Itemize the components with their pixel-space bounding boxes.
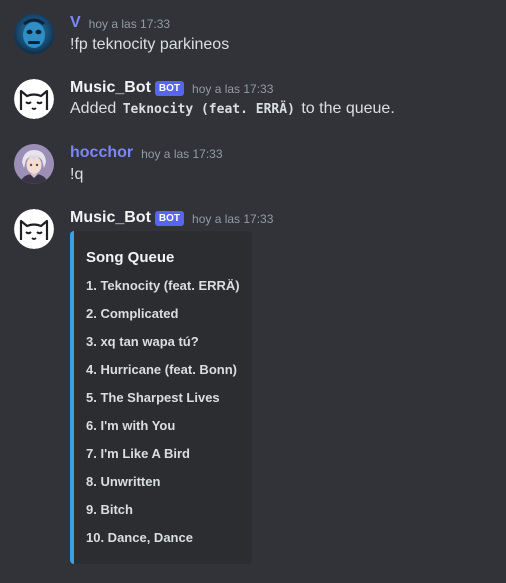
queue-item: 1. Teknocity (feat. ERRÄ): [86, 278, 240, 293]
timestamp: hoy a las 17:33: [192, 82, 274, 96]
anime-character-avatar-icon: [14, 144, 54, 184]
message-content: !q: [70, 166, 84, 183]
message-content: Added Teknocity (feat. ERRÄ) to the queu…: [70, 98, 395, 121]
embed-title: Song Queue: [86, 249, 175, 266]
queue-item: 10. Dance, Dance: [86, 530, 193, 545]
song-queue-embed: Song Queue 1. Teknocity (feat. ERRÄ) 2. …: [70, 231, 252, 564]
timestamp: hoy a las 17:33: [192, 212, 274, 226]
queue-item: 9. Bitch: [86, 502, 133, 517]
song-code: Teknocity (feat. ERRÄ): [122, 102, 295, 117]
bot-tag: BOT: [154, 80, 185, 96]
message-header: Music_Bot BOT hoy a las 17:33: [70, 208, 273, 228]
message-header: Music_Bot BOT hoy a las 17:33: [70, 78, 273, 98]
blue-face-avatar-icon: [14, 14, 54, 54]
username[interactable]: Music_Bot: [70, 79, 151, 97]
content-prefix: Added: [70, 100, 117, 117]
message-content: !fp teknocity parkineos: [70, 36, 230, 53]
cat-face-avatar-icon: [14, 79, 54, 119]
username[interactable]: Music_Bot: [70, 209, 151, 227]
username[interactable]: V: [70, 14, 81, 32]
timestamp: hoy a las 17:33: [141, 147, 223, 161]
cat-face-avatar-icon: [14, 209, 54, 249]
bot-avatar[interactable]: [14, 79, 54, 119]
message-header: hocchor hoy a las 17:33: [70, 143, 223, 163]
queue-item: 4. Hurricane (feat. Bonn): [86, 362, 237, 377]
bot-tag: BOT: [154, 210, 185, 226]
username[interactable]: hocchor: [70, 144, 133, 162]
queue-item: 2. Complicated: [86, 306, 179, 321]
queue-item: 7. I'm Like A Bird: [86, 446, 190, 461]
queue-item: 3. xq tan wapa tú?: [86, 334, 199, 349]
user-avatar[interactable]: [14, 14, 54, 54]
chat-messages: V hoy a las 17:33 !fp teknocity parkineo…: [0, 0, 506, 583]
queue-item: 6. I'm with You: [86, 418, 176, 433]
queue-item: 8. Unwritten: [86, 474, 161, 489]
queue-item: 5. The Sharpest Lives: [86, 390, 220, 405]
timestamp: hoy a las 17:33: [88, 17, 171, 31]
message-header: V hoy a las 17:33: [70, 13, 170, 33]
content-suffix: to the queue.: [301, 100, 395, 117]
user-avatar[interactable]: [14, 144, 54, 184]
bot-avatar[interactable]: [14, 209, 54, 249]
